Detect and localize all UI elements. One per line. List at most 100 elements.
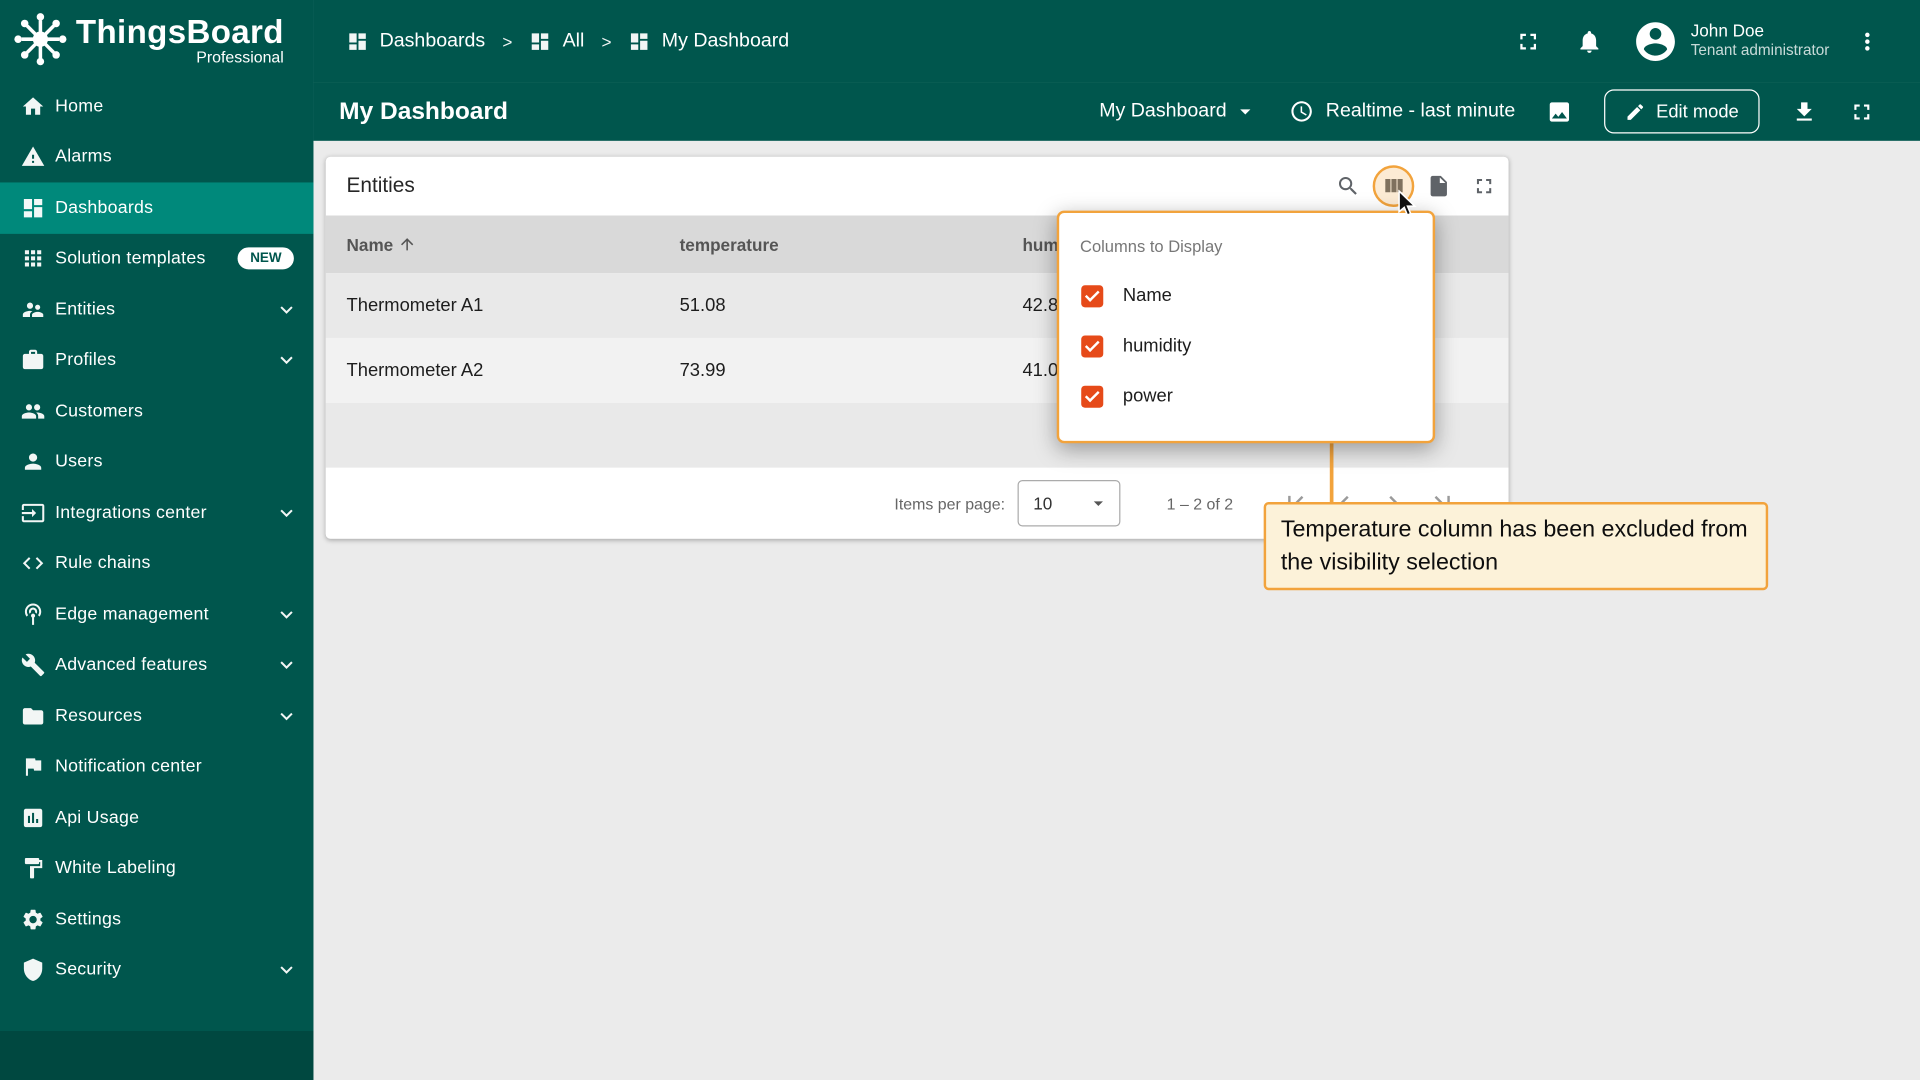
sidebar: ThingsBoard Professional Home Alarms Dashb… (0, 0, 314, 1080)
breadcrumb-item-dashboards[interactable]: Dashboards (347, 30, 486, 52)
timewindow-button[interactable]: Realtime - last minute (1289, 99, 1515, 123)
fullscreen-icon[interactable] (1514, 28, 1541, 55)
breadcrumb-separator: > (601, 31, 612, 51)
edit-mode-label: Edit mode (1656, 101, 1739, 122)
sidebar-item-white-labeling[interactable]: White Labeling (0, 843, 313, 894)
breadcrumb-label: Dashboards (379, 30, 486, 51)
shield-icon (21, 958, 45, 982)
timewindow-label: Realtime - last minute (1325, 100, 1516, 122)
sidebar-item-security[interactable]: Security (0, 945, 313, 996)
sidebar-item-label: Integrations center (55, 502, 207, 523)
export-icon[interactable] (1427, 174, 1451, 198)
sidebar-item-advanced-features[interactable]: Advanced features (0, 640, 313, 691)
briefcase-icon (21, 348, 45, 372)
sidebar-item-label: Advanced features (55, 655, 208, 676)
dashboard-toolbar: My Dashboard My Dashboard Realtime - las… (313, 82, 1920, 141)
code-icon (21, 551, 45, 575)
sidebar-item-alarms[interactable]: Alarms (0, 132, 313, 183)
items-per-page-label: Items per page: (894, 494, 1006, 513)
column-header-label: Name (346, 234, 394, 255)
dashboard-icon (21, 196, 45, 220)
toolbar-actions: My Dashboard Realtime - last minute Edit… (1099, 89, 1875, 134)
sidebar-item-rule-chains[interactable]: Rule chains (0, 538, 313, 589)
sidebar-item-label: Settings (55, 909, 122, 930)
chevron-down-icon (274, 501, 298, 525)
app-root: Dashboards > All > My Dashboard John Doe… (0, 0, 1920, 1080)
sidebar-item-home[interactable]: Home (0, 81, 313, 132)
warning-icon (21, 145, 45, 169)
sidebar-bottom-shade (0, 1031, 314, 1080)
column-option-label: power (1122, 385, 1173, 407)
column-option-power[interactable]: power (1059, 371, 1432, 421)
checkbox-icon[interactable] (1081, 385, 1104, 408)
home-icon (21, 94, 45, 118)
items-per-page-select[interactable]: 10 (1017, 480, 1121, 527)
checkbox-icon[interactable] (1081, 284, 1104, 307)
columns-popup-options: Name humidity power (1059, 271, 1432, 422)
thingsboard-logo-icon (12, 11, 68, 67)
column-header-name[interactable]: Name (326, 234, 659, 254)
sort-asc-icon (398, 235, 416, 253)
sidebar-item-dashboards[interactable]: Dashboards (0, 182, 314, 234)
annotation-connector-line (1329, 443, 1334, 503)
user-menu[interactable]: John Doe Tenant administrator (1691, 21, 1830, 62)
notifications-icon[interactable] (1576, 28, 1603, 55)
table-cell: 51.08 (679, 295, 726, 316)
column-option-humidity[interactable]: humidity (1059, 321, 1432, 371)
chevron-down-icon (274, 704, 298, 728)
brand-subtitle: Professional (196, 47, 284, 66)
sidebar-item-entities[interactable]: Entities (0, 284, 313, 335)
columns-popup: Columns to Display Name humidity power (1056, 210, 1436, 444)
chevron-down-icon (274, 602, 298, 626)
sidebar-item-label: Api Usage (55, 807, 140, 828)
sidebar-item-resources[interactable]: Resources (0, 691, 313, 742)
search-icon[interactable] (1336, 174, 1360, 198)
column-header-label: temperature (679, 234, 779, 255)
chevron-down-icon (274, 653, 298, 677)
column-header-temperature[interactable]: temperature (659, 234, 1002, 254)
breadcrumb-item-all[interactable]: All (530, 30, 584, 52)
sidebar-item-solution-templates[interactable]: Solution templates NEW (0, 233, 313, 284)
breadcrumb-item-my-dashboard[interactable]: My Dashboard (629, 30, 789, 52)
sidebar-item-users[interactable]: Users (0, 437, 313, 488)
items-per-page-value: 10 (1033, 493, 1053, 514)
sidebar-item-label: Home (55, 96, 104, 117)
input-icon (21, 501, 45, 525)
paint-icon (21, 856, 45, 880)
sidebar-item-label: Notification center (55, 757, 202, 777)
tools-icon (21, 653, 45, 677)
edit-mode-button[interactable]: Edit mode (1604, 89, 1760, 134)
thingsboard-logo[interactable]: ThingsBoard Professional (0, 0, 313, 78)
chevron-down-icon (1233, 99, 1257, 123)
more-vert-icon[interactable] (1854, 28, 1881, 55)
dashboard-select[interactable]: My Dashboard (1099, 99, 1257, 123)
new-badge: NEW (237, 247, 294, 270)
sidebar-item-notification-center[interactable]: Notification center (0, 741, 313, 792)
gear-icon (21, 907, 45, 931)
column-option-name[interactable]: Name (1059, 271, 1432, 321)
widget-header: Entities (326, 157, 1509, 216)
image-icon[interactable] (1547, 99, 1573, 125)
sidebar-item-integrations-center[interactable]: Integrations center (0, 487, 313, 538)
chevron-down-icon (274, 297, 298, 321)
sidebar-item-profiles[interactable]: Profiles (0, 335, 313, 386)
sidebar-item-label: Customers (55, 401, 144, 421)
checkbox-icon[interactable] (1081, 334, 1104, 357)
column-option-label: Name (1122, 285, 1172, 307)
sidebar-item-label: Dashboards (55, 198, 154, 218)
main-content: Entities Name temperature humidity Therm… (313, 140, 1920, 1080)
breadcrumb-label: My Dashboard (661, 30, 790, 51)
sidebar-item-api-usage[interactable]: Api Usage (0, 792, 313, 843)
fullscreen-icon[interactable] (1472, 174, 1496, 198)
sidebar-item-edge-management[interactable]: Edge management (0, 589, 313, 640)
dashboard-icon (629, 30, 651, 52)
sidebar-item-customers[interactable]: Customers (0, 386, 313, 437)
folder-icon (21, 704, 45, 728)
flag-icon (21, 755, 45, 779)
fullscreen-icon[interactable] (1849, 99, 1875, 125)
avatar[interactable] (1632, 18, 1679, 65)
sidebar-item-settings[interactable]: Settings (0, 894, 313, 945)
sidebar-item-label: Entities (55, 299, 116, 320)
download-icon[interactable] (1791, 99, 1817, 125)
chevron-down-icon (274, 958, 298, 982)
